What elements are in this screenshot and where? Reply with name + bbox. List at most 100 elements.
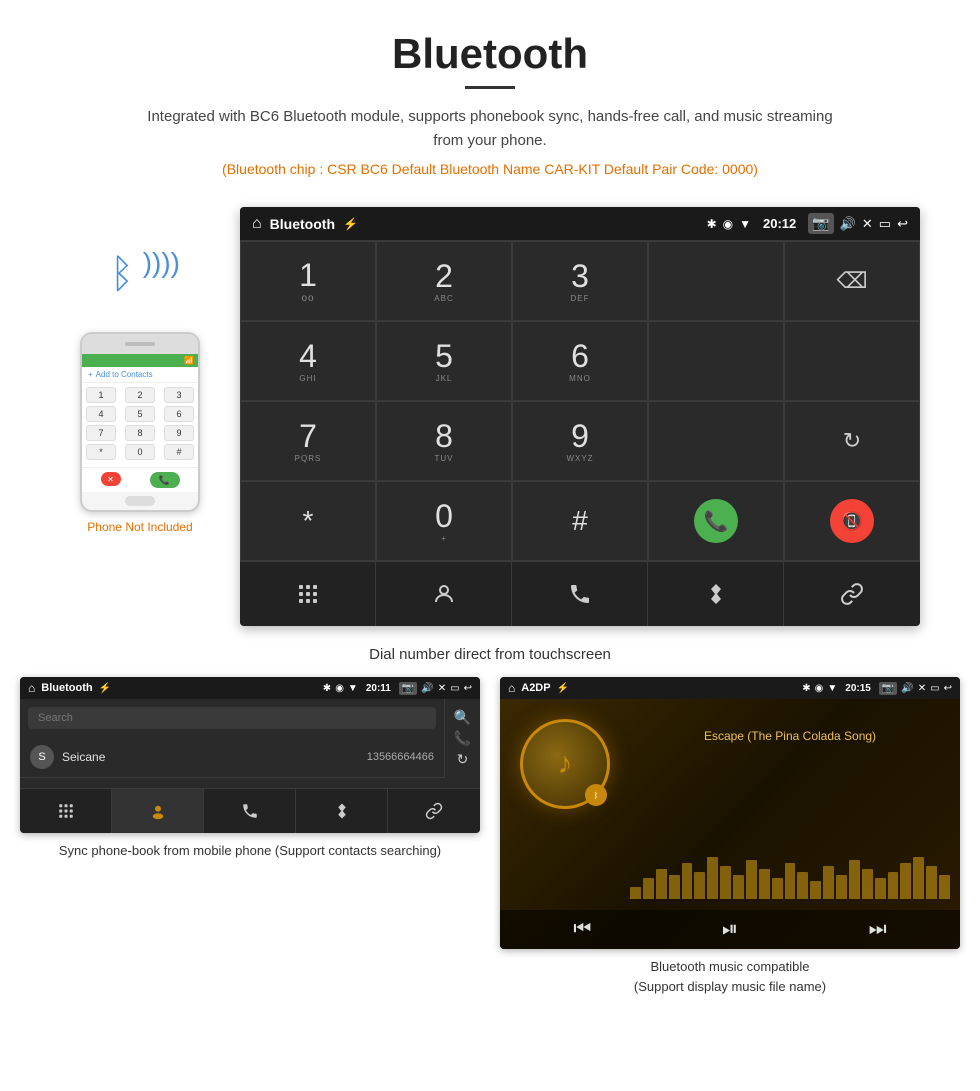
pb-refresh-side-icon[interactable]: ↻: [457, 751, 469, 768]
mu-camera-icon[interactable]: 📷: [879, 682, 897, 695]
phonebook-status-bar: ⌂ Bluetooth ⚡ ✱ ◉ ▼ 20:11 📷 🔊 ✕ ▭ ↩: [20, 677, 480, 699]
phone-status-bar: 📶: [82, 354, 198, 367]
dial-key-7[interactable]: 7 PQRS: [240, 401, 376, 481]
music-status-bar: ⌂ A2DP ⚡ ✱ ◉ ▼ 20:15 📷 🔊 ✕ ▭ ↩: [500, 677, 960, 699]
mu-close-icon[interactable]: ✕: [918, 683, 926, 694]
music-home-icon[interactable]: ⌂: [508, 681, 515, 695]
calls-tab[interactable]: [512, 562, 648, 626]
dialpad-grid: 1 oo 2 ABC 3 DEF ⌫ 4 GHI 5 JKL: [240, 240, 920, 561]
car-bottom-toolbar: [240, 561, 920, 626]
dial-key-8[interactable]: 8 TUV: [376, 401, 512, 481]
mu-back-icon[interactable]: ↩: [944, 683, 952, 694]
contact-number: 13566664466: [367, 751, 434, 763]
window-icon[interactable]: ▭: [879, 216, 891, 232]
phone-not-included-label: Phone Not Included: [87, 520, 192, 534]
car-status-bar: ⌂ Bluetooth ⚡ ✱ ◉ ▼ 20:12 📷 🔊 ✕ ▭ ↩: [240, 207, 920, 240]
phone-key-6: 6: [164, 406, 194, 422]
pb-time: 20:11: [366, 683, 391, 694]
phone-key-0: 0: [125, 444, 155, 460]
phone-dialpad: 1 2 3 4 5 6 7 8 9 * 0 #: [82, 383, 198, 467]
mu-wifi-icon: ▼: [827, 683, 837, 694]
title-divider: [465, 86, 515, 89]
music-status-left: ⌂ A2DP ⚡: [508, 681, 569, 695]
pb-calls-btn[interactable]: [204, 789, 296, 833]
prev-track-button[interactable]: ⏮: [573, 918, 591, 941]
home-icon[interactable]: ⌂: [252, 215, 262, 233]
contacts-tab[interactable]: [376, 562, 512, 626]
music-screen: ⌂ A2DP ⚡ ✱ ◉ ▼ 20:15 📷 🔊 ✕ ▭ ↩: [500, 677, 960, 949]
link-tab[interactable]: [784, 562, 920, 626]
dial-end-button[interactable]: 📵: [784, 481, 920, 561]
phone-key-9: 9: [164, 425, 194, 441]
music-usb-icon: ⚡: [557, 683, 569, 694]
phone-key-8: 8: [125, 425, 155, 441]
pb-vol-icon[interactable]: 🔊: [421, 683, 433, 694]
phone-speaker: [125, 342, 155, 346]
phonebook-title: Bluetooth: [41, 682, 92, 694]
mu-vol-icon[interactable]: 🔊: [901, 683, 913, 694]
dial-key-9[interactable]: 9 WXYZ: [512, 401, 648, 481]
dial-key-hash[interactable]: #: [512, 481, 648, 561]
car-dialpad-screen: ⌂ Bluetooth ⚡ ✱ ◉ ▼ 20:12 📷 🔊 ✕ ▭ ↩ 1 oo: [240, 207, 920, 626]
pb-call-side-icon[interactable]: 📞: [454, 730, 471, 747]
eq-bar: [772, 878, 783, 899]
eq-bar: [862, 869, 873, 899]
dial-key-star[interactable]: *: [240, 481, 376, 561]
mu-time: 20:15: [845, 683, 871, 694]
pb-link-btn[interactable]: [388, 789, 480, 833]
music-controls-bar: ⏮ ⏯ ⏭: [500, 910, 960, 949]
pb-dialpad-btn[interactable]: [20, 789, 112, 833]
pb-camera-icon[interactable]: 📷: [399, 682, 417, 695]
pb-close-icon[interactable]: ✕: [438, 683, 446, 694]
volume-icon[interactable]: 🔊: [840, 216, 856, 232]
pb-contacts-btn[interactable]: [112, 789, 204, 833]
phonebook-home-icon[interactable]: ⌂: [28, 681, 35, 695]
red-end-icon[interactable]: 📵: [830, 499, 874, 543]
dial-key-5[interactable]: 5 JKL: [376, 321, 512, 401]
camera-icon[interactable]: 📷: [808, 213, 833, 234]
phone-key-5: 5: [125, 406, 155, 422]
dial-key-0[interactable]: 0 +: [376, 481, 512, 561]
dial-key-3[interactable]: 3 DEF: [512, 241, 648, 321]
phonebook-bottom-bar: [20, 788, 480, 833]
dial-key-1[interactable]: 1 oo: [240, 241, 376, 321]
music-screen-title: A2DP: [521, 682, 550, 694]
dial-refresh[interactable]: ↻: [784, 401, 920, 481]
status-right: ✱ ◉ ▼ 20:12 📷 🔊 ✕ ▭ ↩: [707, 213, 908, 234]
close-icon[interactable]: ✕: [862, 216, 873, 232]
eq-bar: [913, 857, 924, 899]
pb-bt-btn[interactable]: [296, 789, 388, 833]
pb-back-icon[interactable]: ↩: [464, 683, 472, 694]
music-caption: Bluetooth music compatible(Support displ…: [634, 949, 826, 1000]
play-pause-button[interactable]: ⏯: [722, 918, 738, 941]
contact-row[interactable]: S Seicane 13566664466: [20, 737, 444, 778]
dial-key-4[interactable]: 4 GHI: [240, 321, 376, 401]
contact-avatar: S: [30, 745, 54, 769]
dial-key-2[interactable]: 2 ABC: [376, 241, 512, 321]
dial-backspace[interactable]: ⌫: [784, 241, 920, 321]
bluetooth-specs: (Bluetooth chip : CSR BC6 Default Blueto…: [20, 161, 960, 177]
mu-gps-icon: ◉: [815, 683, 824, 694]
dial-key-6[interactable]: 6 MNO: [512, 321, 648, 401]
eq-bar: [707, 857, 718, 899]
track-title: Escape (The Pina Colada Song): [630, 729, 950, 743]
phonebook-search-bar[interactable]: Search: [28, 707, 436, 729]
eq-bar: [888, 872, 899, 899]
signal-waves-icon: )))): [143, 247, 180, 279]
mu-window-icon[interactable]: ▭: [930, 683, 939, 694]
pb-window-icon[interactable]: ▭: [450, 683, 459, 694]
eq-bar: [746, 860, 757, 899]
next-track-button[interactable]: ⏭: [869, 918, 887, 941]
pb-search-side-icon[interactable]: 🔍: [454, 709, 471, 726]
eq-bar: [682, 863, 693, 899]
eq-bar: [733, 875, 744, 899]
bluetooth-tab[interactable]: [648, 562, 784, 626]
eq-bar: [785, 863, 796, 899]
green-call-icon[interactable]: 📞: [694, 499, 738, 543]
back-icon[interactable]: ↩: [897, 216, 908, 232]
eq-bar: [759, 869, 770, 899]
wifi-icon: ▼: [739, 217, 751, 231]
dial-call-button[interactable]: 📞: [648, 481, 784, 561]
dialpad-tab[interactable]: [240, 562, 376, 626]
music-status-right: ✱ ◉ ▼ 20:15 📷 🔊 ✕ ▭ ↩: [802, 682, 952, 695]
